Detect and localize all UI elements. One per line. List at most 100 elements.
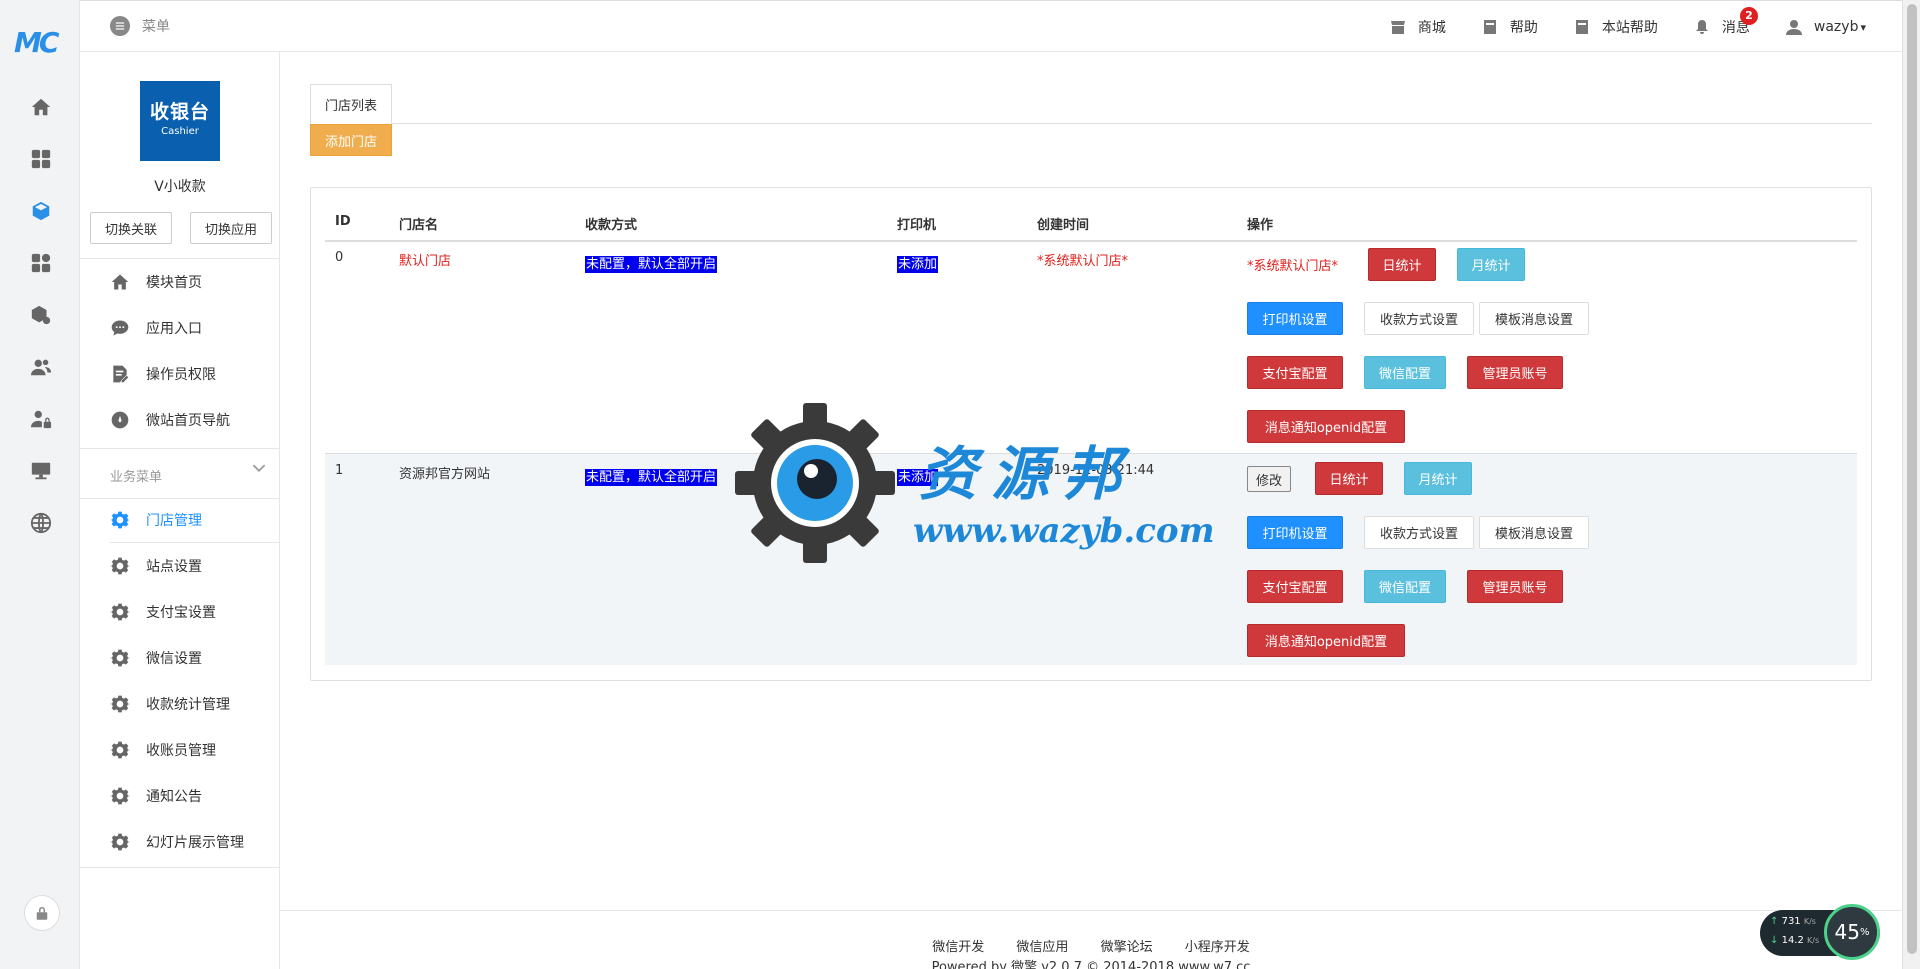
row1-alipay-config-button[interactable]: 支付宝配置 [1247,570,1343,603]
row0-template-message-button[interactable]: 模板消息设置 [1479,302,1589,335]
row1-payment: 未配置，默认全部开启 [585,469,718,486]
sidebar-item-notice[interactable]: 通知公告 [110,784,202,808]
store-icon [1390,21,1405,34]
memory-usage-unit: % [1859,926,1870,938]
gear-icon [110,602,130,622]
sidebar-item-app-entry[interactable]: 应用入口 [110,316,202,340]
list-icon [110,16,130,36]
network-speed-widget[interactable]: ↑ 731 K/s ↓ 14.2 K/s 45% [1760,904,1880,960]
home-icon[interactable] [24,90,58,124]
sidebar-item-label: 模块首页 [146,275,202,291]
menu-button[interactable]: 菜单 [110,16,170,36]
sidebar-item-label: 幻灯片展示管理 [146,835,244,851]
monitor-icon[interactable] [24,454,58,488]
nav-user[interactable]: wazyb ▾ [1785,19,1866,35]
row0-notify-openid-button[interactable]: 消息通知openid配置 [1247,410,1405,443]
sidebar-item-cashier-management[interactable]: 收账员管理 [110,738,216,762]
sidebar-item-slideshow[interactable]: 幻灯片展示管理 [110,830,244,854]
users-icon[interactable] [24,350,58,384]
gear-icon [110,786,130,806]
footer-links: 微信开发 微信应用 微擎论坛 小程序开发 [280,936,1902,955]
tab-store-list[interactable]: 门店列表 [310,84,393,124]
tab-divider [310,123,1872,124]
row1-template-message-button[interactable]: 模板消息设置 [1479,516,1589,549]
nav-messages[interactable]: 消息 2 [1694,7,1758,37]
footer-link-wechat-dev[interactable]: 微信开发 [932,940,984,955]
col-header-printer: 打印机 [897,218,937,233]
dashboard-icon [110,410,130,430]
add-store-button[interactable]: 添加门店 [310,124,392,156]
sidebar-item-wechat-settings[interactable]: 微信设置 [110,646,202,670]
nav-help[interactable]: 帮助 [1482,17,1538,37]
vertical-scrollbar[interactable] [1902,0,1920,969]
row1-monthly-stats-button[interactable]: 月统计 [1404,462,1472,495]
box-icon[interactable] [24,194,58,228]
divider [80,258,280,259]
sidebar-item-label: 微站首页导航 [146,413,230,429]
row1-wechat-config-button[interactable]: 微信配置 [1364,570,1446,603]
row0-monthly-stats-button[interactable]: 月统计 [1457,248,1525,281]
row0-payment-method-button[interactable]: 收款方式设置 [1364,302,1474,335]
sidebar-item-alipay-settings[interactable]: 支付宝设置 [110,600,216,624]
col-header-name: 门店名 [399,218,439,233]
sidebar-item-label: 微信设置 [146,651,202,667]
module-logo: 收银台 Cashier [140,81,220,161]
nav-site-help[interactable]: 本站帮助 [1574,17,1658,37]
globe-icon[interactable] [24,506,58,540]
sidebar-item-label: 站点设置 [146,559,202,575]
row1-admin-account-button[interactable]: 管理员账号 [1467,570,1563,603]
sidebar-item-label: 收款统计管理 [146,697,230,713]
store-icon[interactable] [24,298,58,332]
row0-admin-account-button[interactable]: 管理员账号 [1467,356,1563,389]
footer-link-miniprogram[interactable]: 小程序开发 [1185,940,1250,955]
footer-link-forum[interactable]: 微擎论坛 [1101,940,1153,955]
sidebar-item-store-management[interactable]: 门店管理 [110,508,202,532]
lock-icon[interactable] [24,895,60,931]
col-header-created: 创建时间 [1037,218,1090,233]
gear-icon [110,648,130,668]
col-header-id: ID [335,214,351,229]
row1-payment-method-button[interactable]: 收款方式设置 [1364,516,1474,549]
row1-notify-openid-button[interactable]: 消息通知openid配置 [1247,624,1405,657]
apps-icon[interactable] [24,142,58,176]
row0-printer: 未添加 [897,256,939,273]
row1-name: 资源邦官方网站 [399,467,491,482]
table-row [325,453,1857,665]
row0-wechat-config-button[interactable]: 微信配置 [1364,356,1446,389]
sidebar-item-site-nav[interactable]: 微站首页导航 [110,408,230,432]
nav-shop[interactable]: 商城 [1390,17,1446,37]
sidebar-item-site-settings[interactable]: 站点设置 [110,554,202,578]
chat-icon [110,318,130,338]
row0-alipay-config-button[interactable]: 支付宝配置 [1247,356,1343,389]
sidebar-item-module-home[interactable]: 模块首页 [110,270,202,294]
sidebar-item-label: 支付宝设置 [146,605,216,621]
footer-link-wechat-apps[interactable]: 微信应用 [1016,940,1068,955]
app-logo[interactable]: MC [14,26,64,59]
row0-created: *系统默认门店* [1037,254,1129,269]
switch-link-button[interactable]: 切换关联 [90,212,172,244]
sidebar-item-payment-stats[interactable]: 收款统计管理 [110,692,230,716]
divider [110,542,280,543]
row0-daily-stats-button[interactable]: 日统计 [1368,248,1436,281]
help-icon [1483,20,1496,34]
row1-printer-settings-button[interactable]: 打印机设置 [1247,516,1343,549]
memory-usage-gauge: 45% [1824,904,1880,960]
sidebar-item-operator-permission[interactable]: 操作员权限 [110,362,216,386]
chevron-down-icon[interactable] [252,462,266,476]
row1-daily-stats-button[interactable]: 日统计 [1315,462,1383,495]
divider [80,867,280,868]
row0-printer-settings-button[interactable]: 打印机设置 [1247,302,1343,335]
message-count-badge: 2 [1739,7,1758,25]
memory-usage-value: 45 [1834,920,1860,944]
row1-edit-button[interactable]: 修改 [1247,466,1291,492]
user-lock-icon[interactable] [24,402,58,436]
download-value: 14.2 [1781,935,1804,946]
gear-icon [110,510,130,530]
modules-icon[interactable] [24,246,58,280]
nav-site-help-label: 本站帮助 [1601,20,1658,36]
switch-app-button[interactable]: 切换应用 [190,212,272,244]
top-nav: 商城 帮助 本站帮助 消息 2 wazyb ▾ [1354,7,1866,37]
top-bar: 菜单 商城 帮助 本站帮助 消息 2 wazyb ▾ [80,0,1902,52]
scrollbar-thumb[interactable] [1907,4,1917,954]
store-table: ID 门店名 收款方式 打印机 创建时间 操作 0 默认门店 未配置，默认全部开… [310,187,1872,681]
